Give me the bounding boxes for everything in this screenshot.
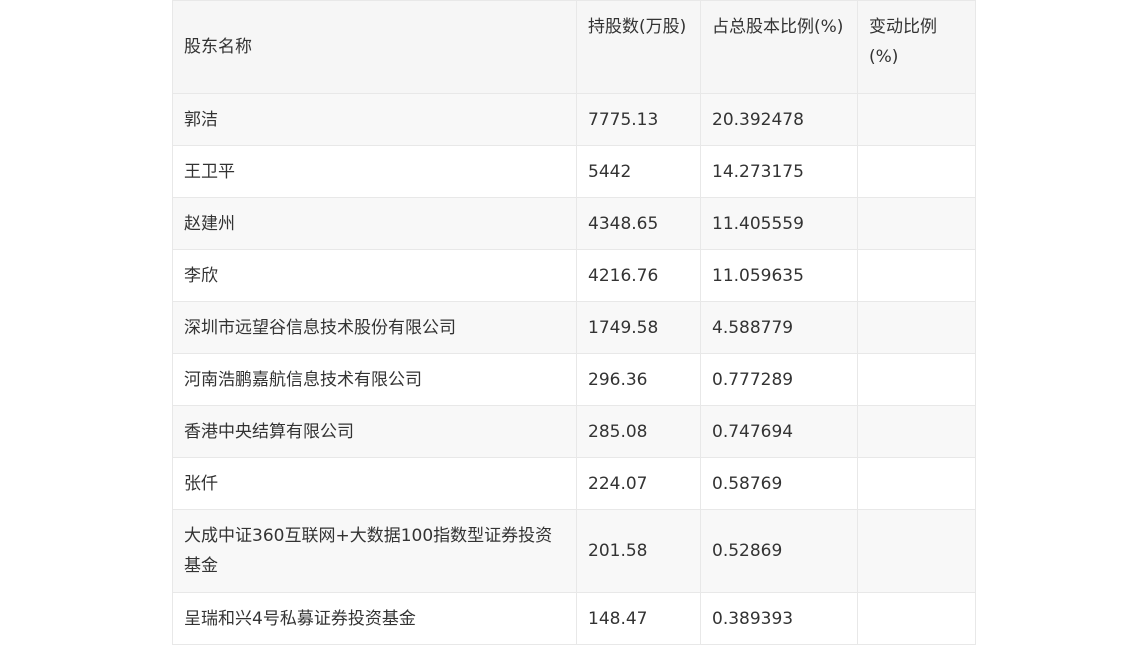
cell-shares: 4348.65 [576, 197, 701, 250]
cell-change [857, 457, 976, 510]
cell-name: 深圳市远望谷信息技术股份有限公司 [172, 301, 577, 354]
cell-shares: 201.58 [576, 509, 701, 593]
header-shareholder-name: 股东名称 [172, 0, 577, 94]
table-header-row: 股东名称 持股数(万股) 占总股本比例(%) 变动比例(%) [172, 0, 976, 94]
cell-change [857, 249, 976, 302]
header-shares: 持股数(万股) [576, 0, 701, 94]
header-change: 变动比例(%) [857, 0, 976, 94]
table-row: 李欣 4216.76 11.059635 [172, 249, 976, 302]
table-row: 呈瑞和兴4号私募证券投资基金 148.47 0.389393 [172, 592, 976, 645]
cell-name: 李欣 [172, 249, 577, 302]
cell-change [857, 592, 976, 645]
cell-name: 张仟 [172, 457, 577, 510]
cell-change [857, 197, 976, 250]
cell-ratio: 11.405559 [700, 197, 858, 250]
cell-ratio: 0.52869 [700, 509, 858, 593]
shareholder-table: 股东名称 持股数(万股) 占总股本比例(%) 变动比例(%) 郭洁 7775.1… [172, 0, 976, 645]
cell-name: 王卫平 [172, 145, 577, 198]
cell-name: 郭洁 [172, 93, 577, 146]
header-ratio: 占总股本比例(%) [700, 0, 858, 94]
table-row: 香港中央结算有限公司 285.08 0.747694 [172, 405, 976, 458]
cell-shares: 5442 [576, 145, 701, 198]
table-row: 大成中证360互联网+大数据100指数型证券投资基金 201.58 0.5286… [172, 509, 976, 593]
cell-ratio: 4.588779 [700, 301, 858, 354]
cell-shares: 224.07 [576, 457, 701, 510]
cell-ratio: 20.392478 [700, 93, 858, 146]
cell-ratio: 11.059635 [700, 249, 858, 302]
cell-change [857, 93, 976, 146]
cell-shares: 1749.58 [576, 301, 701, 354]
cell-change [857, 353, 976, 406]
cell-name: 赵建州 [172, 197, 577, 250]
cell-shares: 7775.13 [576, 93, 701, 146]
table-row: 赵建州 4348.65 11.405559 [172, 197, 976, 250]
cell-change [857, 509, 976, 593]
cell-change [857, 301, 976, 354]
cell-ratio: 0.777289 [700, 353, 858, 406]
cell-ratio: 0.389393 [700, 592, 858, 645]
cell-name: 香港中央结算有限公司 [172, 405, 577, 458]
table-row: 张仟 224.07 0.58769 [172, 457, 976, 510]
cell-name: 大成中证360互联网+大数据100指数型证券投资基金 [172, 509, 577, 593]
cell-ratio: 0.747694 [700, 405, 858, 458]
cell-name: 河南浩鹏嘉航信息技术有限公司 [172, 353, 577, 406]
cell-shares: 296.36 [576, 353, 701, 406]
cell-shares: 4216.76 [576, 249, 701, 302]
cell-change [857, 405, 976, 458]
cell-change [857, 145, 976, 198]
table-row: 深圳市远望谷信息技术股份有限公司 1749.58 4.588779 [172, 301, 976, 354]
cell-shares: 148.47 [576, 592, 701, 645]
cell-ratio: 14.273175 [700, 145, 858, 198]
cell-shares: 285.08 [576, 405, 701, 458]
cell-ratio: 0.58769 [700, 457, 858, 510]
table-row: 王卫平 5442 14.273175 [172, 145, 976, 198]
table-row: 河南浩鹏嘉航信息技术有限公司 296.36 0.777289 [172, 353, 976, 406]
table-row: 郭洁 7775.13 20.392478 [172, 93, 976, 146]
cell-name: 呈瑞和兴4号私募证券投资基金 [172, 592, 577, 645]
shareholder-table-container: 股东名称 持股数(万股) 占总股本比例(%) 变动比例(%) 郭洁 7775.1… [172, 0, 976, 645]
